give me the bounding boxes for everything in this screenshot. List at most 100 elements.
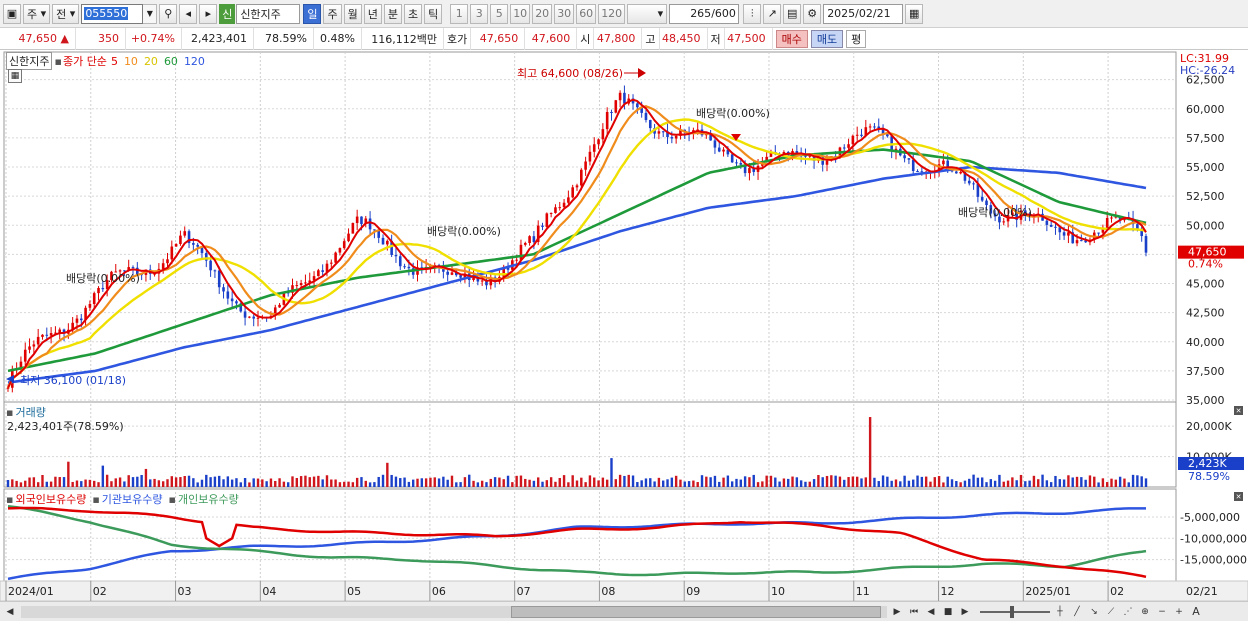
volume-bar bbox=[735, 478, 738, 487]
candle-body bbox=[1097, 232, 1100, 234]
volume-bar bbox=[580, 477, 583, 487]
ray-tool-icon[interactable]: ⋰ bbox=[1121, 605, 1135, 619]
code-prev-icon[interactable]: ▸ bbox=[199, 3, 218, 24]
volume-bar bbox=[183, 476, 186, 487]
interval-20[interactable]: 20 bbox=[532, 3, 553, 24]
interval-custom-select[interactable]: ▾ bbox=[627, 3, 668, 24]
candle-body bbox=[886, 134, 889, 137]
volume-ratio: 78.59% bbox=[254, 27, 314, 50]
period-tab-day[interactable]: 일 bbox=[303, 3, 322, 24]
candle-body bbox=[748, 168, 751, 174]
period-tab-second[interactable]: 초 bbox=[403, 3, 423, 24]
layout-icon[interactable]: ▣ bbox=[3, 3, 21, 24]
volume-bar bbox=[433, 477, 436, 487]
candle-type-icon[interactable]: ⫶ bbox=[743, 3, 762, 24]
period-tab-week[interactable]: 주 bbox=[323, 3, 342, 24]
crosshair-icon[interactable]: ┼ bbox=[1053, 605, 1067, 619]
chart-scrollbar[interactable]: ◀ ▶ ⏮ ◀ ■ ▶ ┼ ╱ ↘ ⟋ ⋰ ⊕ − + A bbox=[0, 601, 1248, 621]
step-forward-icon[interactable]: ▶ bbox=[958, 605, 972, 619]
turnover-pct: 0.48% bbox=[314, 27, 362, 50]
price-change: 350 bbox=[76, 27, 126, 50]
ma-legend-10: 10 bbox=[123, 54, 138, 68]
volume-bar bbox=[804, 481, 807, 487]
x-tick-label: 09 bbox=[686, 585, 700, 598]
stock-name-field[interactable]: 신한지주 bbox=[236, 3, 301, 24]
period-tab-tick[interactable]: 틱 bbox=[424, 3, 443, 24]
calculator-icon[interactable]: ▦ bbox=[8, 69, 22, 83]
interval-120[interactable]: 120 bbox=[598, 3, 626, 24]
speed-slider-handle[interactable] bbox=[1010, 605, 1014, 618]
volume-bar bbox=[286, 482, 290, 487]
fib-tool-icon[interactable]: ⟋ bbox=[1104, 605, 1118, 619]
buy-button[interactable]: 매수 bbox=[775, 29, 808, 48]
date-input[interactable]: 2025/02/21 bbox=[823, 3, 904, 24]
volume-bar bbox=[174, 477, 178, 487]
code-dropdown-icon[interactable]: ▼ bbox=[143, 3, 158, 24]
holding-close-icon[interactable]: ✕ bbox=[1234, 492, 1243, 501]
candle-body bbox=[347, 233, 350, 242]
candle-body bbox=[230, 298, 234, 302]
volume-bar bbox=[528, 479, 531, 487]
volume-bar bbox=[32, 477, 36, 487]
avg-button[interactable]: 평 bbox=[846, 29, 867, 48]
interval-60[interactable]: 60 bbox=[576, 3, 597, 24]
interval-3[interactable]: 3 bbox=[470, 3, 489, 24]
volume-close-icon[interactable]: ✕ bbox=[1234, 406, 1243, 415]
interval-10[interactable]: 10 bbox=[510, 3, 531, 24]
bar-count-input[interactable]: 265/600 bbox=[669, 3, 740, 24]
market-badge: 신 bbox=[219, 3, 236, 24]
zoom-in-icon[interactable]: + bbox=[1172, 605, 1186, 619]
stock-code-input[interactable]: 055550 bbox=[81, 3, 144, 24]
volume-bar bbox=[946, 476, 949, 487]
jump-start-icon[interactable]: ⏮ bbox=[907, 605, 921, 619]
volume-bar bbox=[1136, 475, 1139, 487]
volume-bar bbox=[972, 474, 975, 487]
scroll-left-icon[interactable]: ◀ bbox=[3, 605, 17, 619]
draw-tool-icon[interactable]: ↗ bbox=[763, 3, 782, 24]
volume-bar bbox=[360, 477, 363, 487]
period-tab-month[interactable]: 월 bbox=[343, 3, 362, 24]
speed-slider[interactable] bbox=[980, 605, 1050, 618]
trend-tool-icon[interactable]: ↘ bbox=[1087, 605, 1101, 619]
candle-body bbox=[101, 287, 105, 290]
volume-bar bbox=[808, 481, 811, 487]
scroll-track[interactable] bbox=[21, 605, 887, 618]
volume-bar bbox=[709, 477, 712, 487]
period-main-select[interactable]: 주 ▾ bbox=[23, 3, 51, 24]
candle-body bbox=[1144, 236, 1148, 253]
volume-bar bbox=[588, 475, 592, 487]
period-tab-minute[interactable]: 분 bbox=[383, 3, 402, 24]
scroll-right-icon[interactable]: ▶ bbox=[890, 605, 904, 619]
interval-1[interactable]: 1 bbox=[450, 3, 469, 24]
stop-icon[interactable]: ■ bbox=[941, 605, 955, 619]
gear-icon[interactable]: ⚙ bbox=[803, 3, 822, 24]
prev-button[interactable]: 전 ▾ bbox=[52, 3, 80, 24]
zoom-icon[interactable]: ⊕ bbox=[1138, 605, 1152, 619]
volume-bar bbox=[1093, 476, 1096, 487]
volume-bar bbox=[149, 479, 152, 487]
save-icon[interactable]: ▤ bbox=[783, 3, 802, 24]
line-tool-icon[interactable]: ╱ bbox=[1070, 605, 1084, 619]
scroll-thumb[interactable] bbox=[511, 605, 881, 618]
volume-bar bbox=[593, 477, 596, 487]
interval-5[interactable]: 5 bbox=[490, 3, 509, 24]
chart-area[interactable]: 2024/01 02 03 04 05 06 07 08 09 10 11 12 2025/01 02 02… bbox=[0, 50, 1248, 601]
ma-legend-120: 120 bbox=[183, 54, 205, 68]
step-back-icon[interactable]: ◀ bbox=[924, 605, 938, 619]
sell-button[interactable]: 매도 bbox=[810, 29, 844, 48]
volume-bar bbox=[274, 480, 277, 487]
text-tool-icon[interactable]: A bbox=[1189, 605, 1203, 619]
period-tab-year[interactable]: 년 bbox=[363, 3, 382, 24]
volume-bar bbox=[1114, 479, 1118, 487]
candle-body bbox=[713, 140, 717, 148]
bar-count-total: /600 bbox=[711, 7, 736, 20]
interval-30[interactable]: 30 bbox=[554, 3, 575, 24]
candle-body bbox=[41, 334, 44, 337]
calendar-icon[interactable]: ▦ bbox=[905, 3, 924, 24]
zoom-out-icon[interactable]: − bbox=[1155, 605, 1169, 619]
volume-bar bbox=[787, 478, 790, 487]
volume-bar bbox=[343, 481, 346, 487]
volume-bar bbox=[640, 480, 643, 487]
search-icon[interactable]: ⚲ bbox=[159, 3, 178, 24]
sound-icon[interactable]: ◂ bbox=[179, 3, 198, 24]
